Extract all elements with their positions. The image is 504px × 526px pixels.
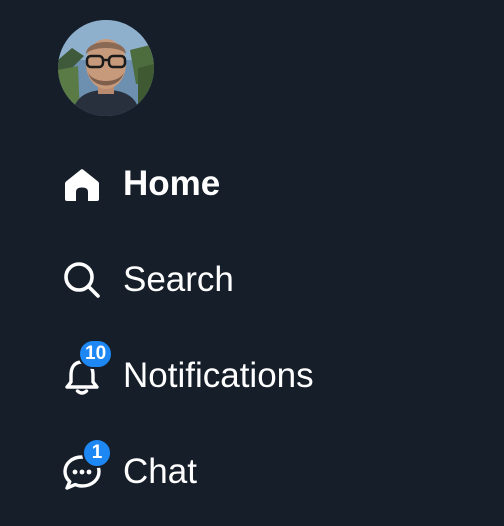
- notifications-count-badge: 10: [78, 339, 114, 369]
- nav-label-notifications: Notifications: [123, 356, 314, 395]
- nav-label-search: Search: [123, 260, 234, 299]
- nav-menu: Home Search 10 Notifications 1 Chat: [60, 136, 480, 520]
- nav-label-chat: Chat: [123, 452, 197, 491]
- nav-label-home: Home: [123, 164, 221, 203]
- sidebar: Home Search 10 Notifications 1 Chat: [0, 0, 504, 526]
- avatar-photo-icon: [58, 20, 154, 116]
- avatar[interactable]: [58, 20, 154, 116]
- home-icon: [60, 162, 104, 206]
- nav-item-search[interactable]: Search: [60, 232, 480, 328]
- nav-item-chat[interactable]: 1 Chat: [60, 424, 480, 520]
- nav-item-home[interactable]: Home: [60, 136, 480, 232]
- chat-count-badge: 1: [82, 438, 112, 468]
- nav-item-notifications[interactable]: 10 Notifications: [60, 328, 480, 424]
- search-icon: [60, 258, 104, 302]
